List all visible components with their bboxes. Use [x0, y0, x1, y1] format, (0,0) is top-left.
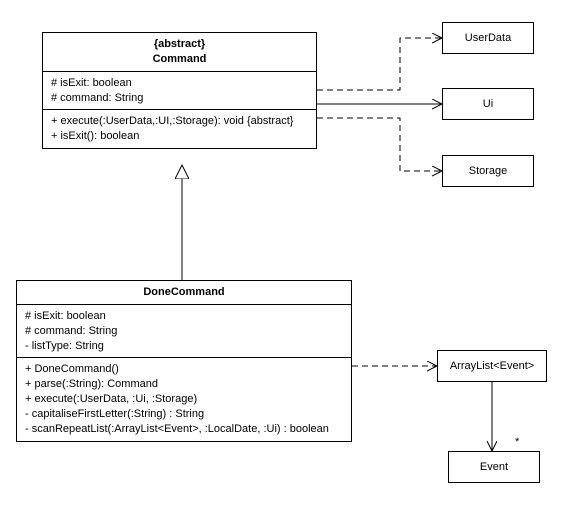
command-name: Command: [51, 52, 308, 67]
dep-command-userdata: [317, 38, 442, 90]
dep-command-storage: [317, 118, 442, 171]
donecommand-op: + execute(:UserData, :Ui, :Storage): [25, 392, 343, 407]
class-storage: Storage: [442, 155, 534, 187]
command-stereotype: {abstract}: [51, 37, 308, 52]
class-ui: Ui: [442, 88, 534, 120]
arraylist-name: ArrayList<Event>: [450, 360, 534, 372]
donecommand-op: + DoneCommand(): [25, 362, 343, 377]
class-donecommand: DoneCommand # isExit: boolean # command:…: [16, 280, 352, 442]
command-op: + isExit(): boolean: [51, 129, 308, 144]
command-ops: + execute(:UserData,:UI,:Storage): void …: [43, 110, 316, 148]
donecommand-attr: # command: String: [25, 324, 343, 339]
class-arraylist: ArrayList<Event>: [437, 350, 547, 382]
command-op: + execute(:UserData,:UI,:Storage): void …: [51, 114, 308, 129]
donecommand-op: - capitaliseFirstLetter(:String) : Strin…: [25, 407, 343, 422]
donecommand-ops: + DoneCommand() + parse(:String): Comman…: [17, 358, 351, 440]
donecommand-name: DoneCommand: [25, 285, 343, 300]
class-command-header: {abstract} Command: [43, 33, 316, 72]
class-command: {abstract} Command # isExit: boolean # c…: [42, 32, 317, 149]
donecommand-header: DoneCommand: [17, 281, 351, 305]
class-event: Event: [448, 451, 540, 483]
command-attrs: # isExit: boolean # command: String: [43, 72, 316, 111]
donecommand-attrs: # isExit: boolean # command: String - li…: [17, 305, 351, 359]
storage-name: Storage: [469, 165, 508, 177]
donecommand-op: - scanRepeatList(:ArrayList<Event>, :Loc…: [25, 422, 343, 437]
donecommand-op: + parse(:String): Command: [25, 377, 343, 392]
userdata-name: UserData: [465, 32, 511, 44]
event-multiplicity: *: [515, 436, 519, 448]
command-attr: # command: String: [51, 91, 308, 106]
ui-name: Ui: [483, 98, 493, 110]
donecommand-attr: # isExit: boolean: [25, 309, 343, 324]
event-name: Event: [480, 461, 508, 473]
donecommand-attr: - listType: String: [25, 339, 343, 354]
class-userdata: UserData: [442, 22, 534, 54]
command-attr: # isExit: boolean: [51, 76, 308, 91]
